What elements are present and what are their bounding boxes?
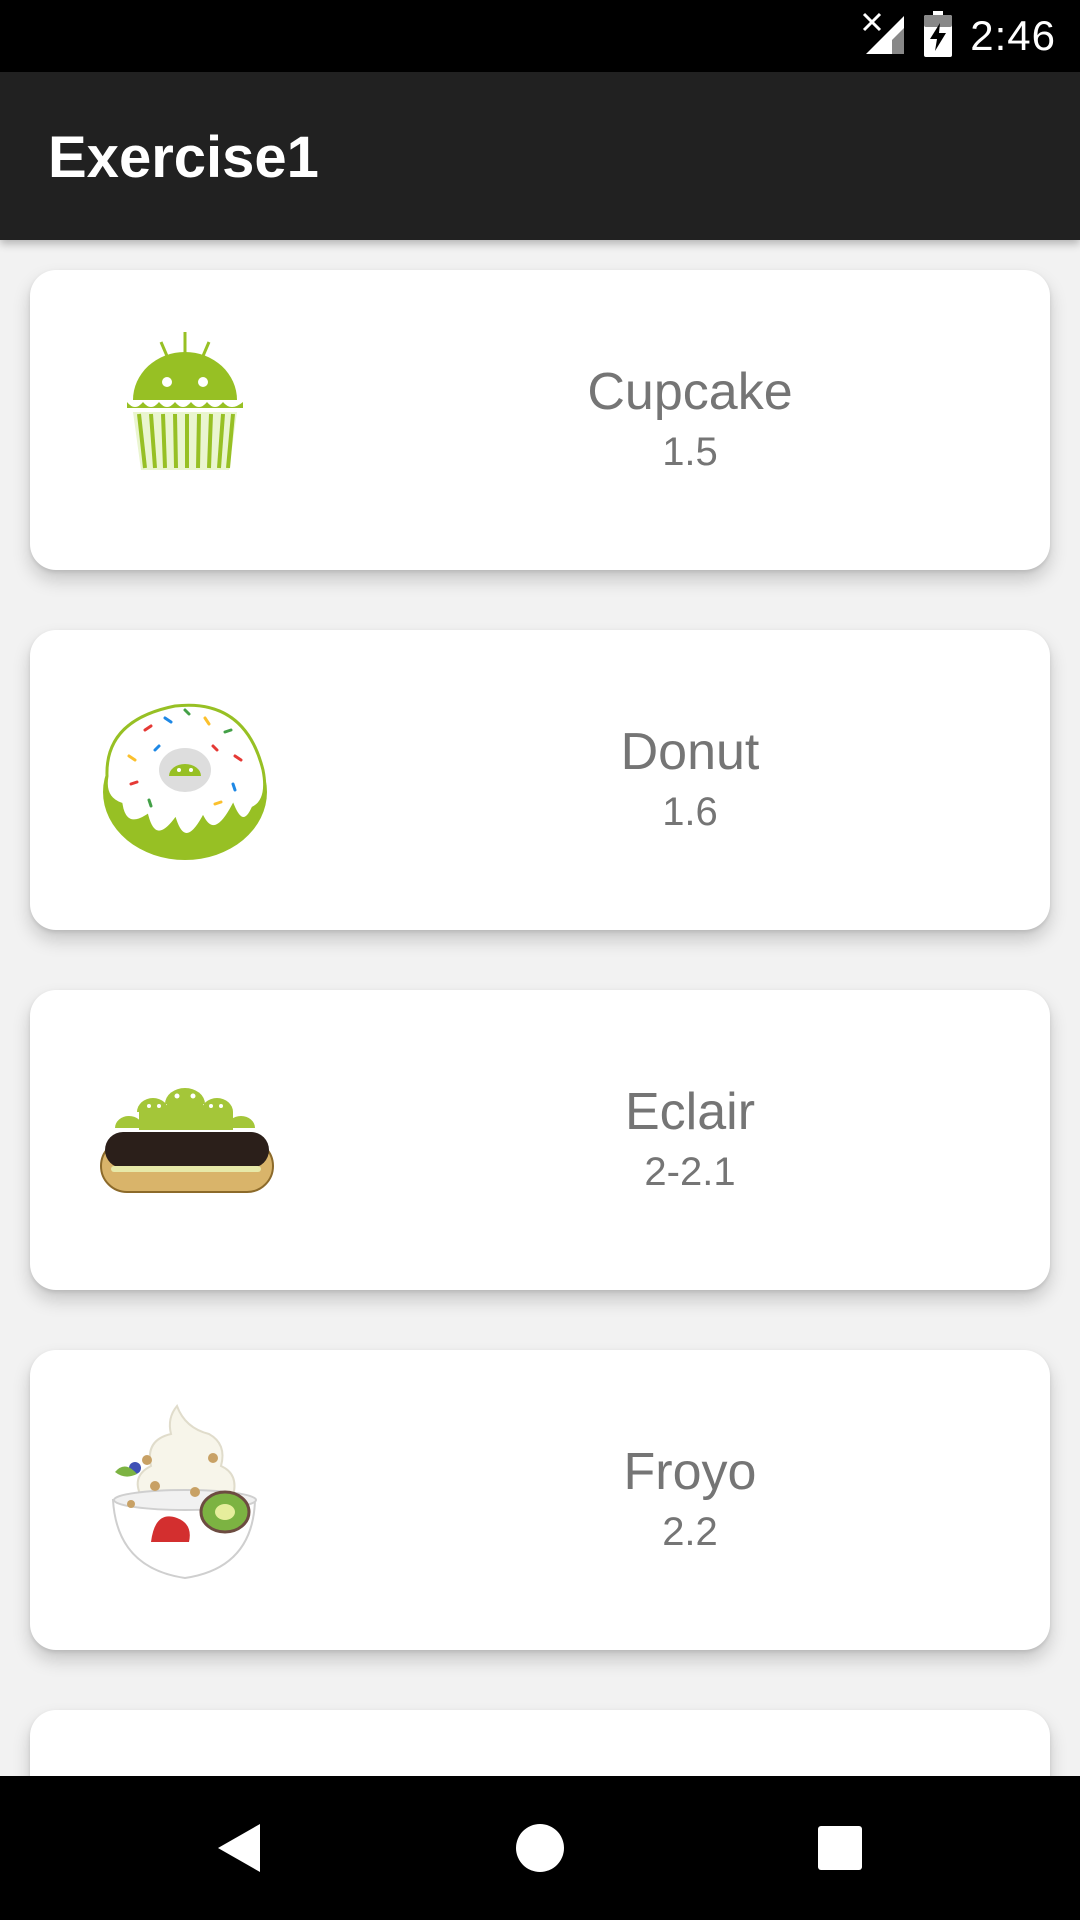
version-number: 2-2.1	[644, 1150, 736, 1194]
card-text: Donut 1.6	[390, 630, 990, 930]
list-item[interactable]: Eclair 2-2.1	[30, 990, 1050, 1290]
navigation-bar	[0, 1776, 1080, 1920]
no-signal-icon	[862, 12, 906, 61]
version-number: 1.5	[662, 430, 718, 474]
page-title: Exercise1	[48, 125, 319, 190]
version-name: Froyo	[623, 1443, 757, 1501]
recents-icon[interactable]	[760, 1776, 920, 1920]
froyo-image	[85, 1400, 285, 1600]
card-text: Eclair 2-2.1	[390, 990, 990, 1290]
battery-charging-icon	[924, 10, 953, 62]
app-bar: Exercise1	[0, 72, 1080, 240]
home-icon[interactable]	[460, 1776, 620, 1920]
version-name: Donut	[620, 723, 760, 781]
list-item[interactable]: Froyo 2.2	[30, 1350, 1050, 1650]
version-number: 1.6	[662, 790, 718, 834]
back-icon[interactable]	[160, 1776, 320, 1920]
version-number: 2.2	[662, 1510, 718, 1554]
card-text: Cupcake 1.5	[390, 270, 990, 570]
version-name: Cupcake	[587, 363, 793, 421]
status-bar: 2:46	[0, 0, 1080, 72]
status-icons: 2:46	[862, 0, 1056, 72]
eclair-image	[85, 1040, 285, 1240]
donut-image	[85, 680, 285, 880]
cupcake-image	[85, 320, 285, 520]
card-text: Froyo 2.2	[390, 1350, 990, 1650]
list-item[interactable]	[30, 1710, 1050, 1776]
version-list[interactable]: Cupcake 1.5 Donut 1.6 Eclair 2-2.1 Froyo…	[0, 240, 1080, 1776]
list-item[interactable]: Cupcake 1.5	[30, 270, 1050, 570]
version-name: Eclair	[624, 1083, 756, 1141]
clock: 2:46	[970, 12, 1056, 59]
list-item[interactable]: Donut 1.6	[30, 630, 1050, 930]
